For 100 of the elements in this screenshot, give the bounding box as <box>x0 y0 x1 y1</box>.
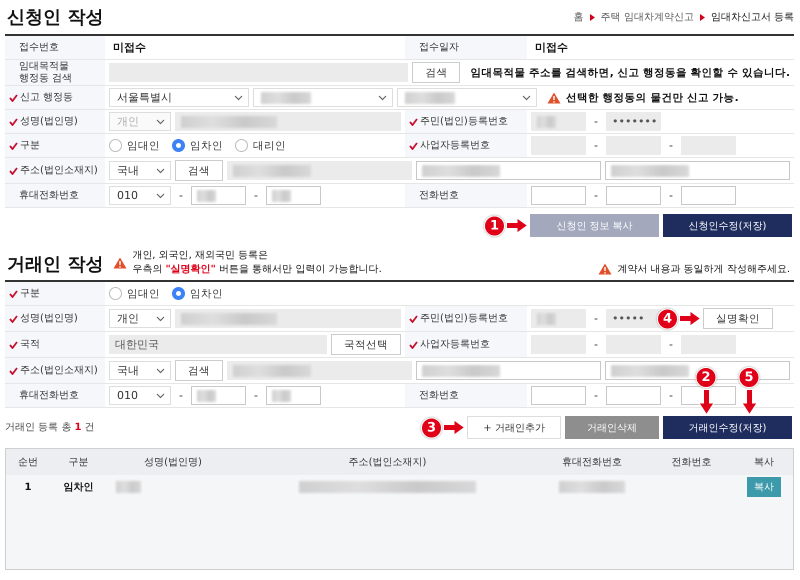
separator-dash: - <box>668 189 674 202</box>
action-button[interactable]: 신청인수정(저장) <box>663 214 792 237</box>
field-label: 성명(법인명) <box>20 312 78 324</box>
separator-dash: - <box>668 139 674 152</box>
input-field[interactable] <box>416 361 601 380</box>
field-value: 미접수 <box>112 40 146 55</box>
input-field[interactable] <box>680 186 736 205</box>
table-cell: 임차인 <box>50 475 107 499</box>
breadcrumb-link[interactable]: 홈 <box>574 10 584 24</box>
input-field[interactable] <box>266 386 321 405</box>
breadcrumb-link[interactable]: 주택 임대차계약신고 <box>600 10 694 24</box>
dropdown[interactable]: 국내 <box>109 161 171 180</box>
radio-button[interactable]: 임대인 <box>109 286 160 300</box>
radio-button[interactable]: 대리인 <box>235 138 286 152</box>
dropdown[interactable] <box>397 88 537 107</box>
warning-icon <box>598 263 612 276</box>
input-field[interactable] <box>606 386 661 405</box>
separator-dash: - <box>593 139 599 152</box>
field-label: 신고 행정동 <box>20 92 74 104</box>
input-field[interactable]: ••••• <box>606 309 661 328</box>
action-button[interactable]: 거래인수정(저장) <box>663 416 792 439</box>
input-field[interactable]: 대한민국 <box>109 335 327 354</box>
input-field[interactable]: ••••••• <box>606 112 661 131</box>
column-header: 순번 <box>6 449 50 475</box>
input-field[interactable] <box>190 386 246 405</box>
radio-button[interactable]: 임대인 <box>109 138 160 152</box>
callout-number: 3 <box>421 417 442 438</box>
action-button[interactable]: 실명확인 <box>702 308 773 329</box>
separator-dash: - <box>593 389 599 402</box>
separator-dash: - <box>593 189 599 202</box>
caret-icon <box>590 14 595 20</box>
field-label: 구분 <box>20 140 40 152</box>
chevron-down-icon <box>522 94 531 100</box>
field-label: 휴대전화번호 <box>19 190 79 202</box>
check-icon <box>409 118 418 126</box>
chevron-down-icon <box>156 168 165 174</box>
input-field[interactable] <box>531 186 586 205</box>
hint-text: 선택한 행정동의 물건만 신고 가능. <box>566 90 739 104</box>
field-label: 주소(법인소재지) <box>20 364 98 376</box>
chevron-down-icon <box>156 316 165 322</box>
separator-dash: - <box>178 389 184 402</box>
field-label: 주소(법인소재지) <box>20 164 98 176</box>
dropdown[interactable] <box>253 88 393 107</box>
check-icon <box>9 118 18 126</box>
check-icon <box>9 166 18 174</box>
column-header: 구분 <box>50 449 107 475</box>
field-label: 구분 <box>20 288 40 300</box>
dropdown[interactable]: 개인 <box>109 309 171 328</box>
column-header: 전화번호 <box>648 449 735 475</box>
separator-dash: - <box>252 189 259 202</box>
count-text: 거래인 등록 총 1 건 <box>5 421 95 434</box>
caret-icon <box>700 14 705 20</box>
column-header: 복사 <box>735 449 793 475</box>
action-button[interactable]: 검색 <box>175 160 223 181</box>
input-field[interactable] <box>190 186 246 205</box>
page-title: 신청인 작성 <box>7 6 104 29</box>
column-header: 성명(법인명) <box>107 449 239 475</box>
check-icon <box>9 340 18 348</box>
field-label: 전화번호 <box>419 390 459 402</box>
dropdown[interactable]: 국내 <box>109 361 171 380</box>
input-field[interactable] <box>605 161 790 180</box>
action-button[interactable]: 검색 <box>412 62 460 83</box>
dropdown[interactable]: 010 <box>109 186 171 205</box>
field-label: 사업자등록번호 <box>420 338 490 350</box>
separator-dash: - <box>668 338 674 351</box>
separator-dash: - <box>593 312 599 325</box>
input-field[interactable] <box>606 186 661 205</box>
input-field[interactable] <box>531 386 586 405</box>
separator-dash: - <box>668 389 674 402</box>
blurred-text <box>116 481 141 493</box>
chevron-down-icon <box>378 94 387 100</box>
dropdown[interactable]: 010 <box>109 386 171 405</box>
separator-dash: - <box>252 389 259 402</box>
blurred-text <box>559 481 625 493</box>
check-icon <box>9 142 18 150</box>
callout-number: 4 <box>656 308 678 329</box>
action-button[interactable]: 국적선택 <box>331 334 401 355</box>
action-button[interactable]: 검색 <box>175 360 223 381</box>
separator-dash: - <box>178 189 184 202</box>
section-title: 거래인 작성 <box>7 253 104 276</box>
check-icon <box>9 314 18 322</box>
dropdown[interactable]: 서울특별시 <box>109 88 249 107</box>
table-cell: 1 <box>6 475 50 499</box>
action-button[interactable]: + 거래인추가 <box>467 416 561 439</box>
warning-icon <box>113 256 128 268</box>
radio-button[interactable]: 임차인 <box>172 286 223 300</box>
input-field[interactable] <box>266 186 321 205</box>
chevron-down-icon <box>156 192 165 198</box>
field-label: 국적 <box>20 338 40 350</box>
chevron-down-icon <box>156 118 165 124</box>
input-field[interactable] <box>416 161 601 180</box>
separator-dash: - <box>593 115 599 128</box>
breadcrumb-current: 임대차신고서 등록 <box>710 11 794 24</box>
field-label: 전화번호 <box>419 190 459 202</box>
radio-button[interactable]: 임차인 <box>172 138 223 152</box>
field-label: 성명(법인명) <box>20 116 78 128</box>
input-field[interactable] <box>605 361 790 380</box>
column-header: 휴대전화번호 <box>536 449 648 475</box>
field-label: 주민(법인)등록번호 <box>420 116 508 128</box>
notice-text: 계약서 내용과 동일하게 작성해주세요. <box>617 262 790 276</box>
